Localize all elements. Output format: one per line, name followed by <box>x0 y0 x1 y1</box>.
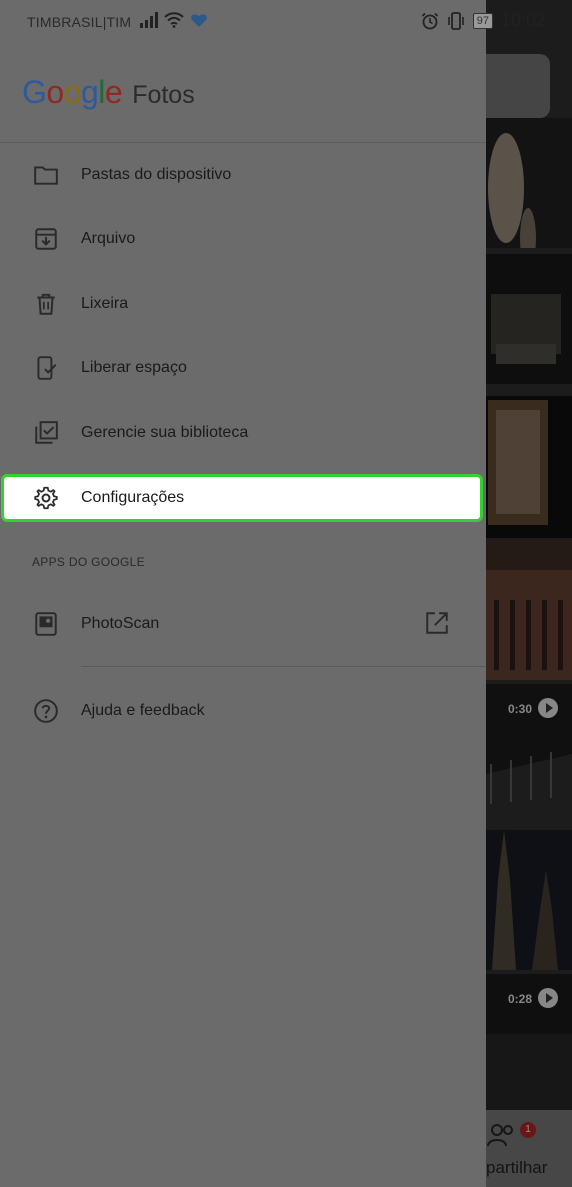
google-wordmark: Google <box>22 74 123 110</box>
vibrate-icon <box>447 11 464 30</box>
product-name: Fotos <box>132 81 195 109</box>
menu-item-manage-library[interactable]: Gerencie sua biblioteca <box>0 405 486 461</box>
phone-check-icon <box>37 356 57 380</box>
menu-item-label: Gerencie sua biblioteca <box>81 424 249 441</box>
menu-item-archive[interactable]: Arquivo <box>0 211 486 267</box>
menu-item-settings[interactable]: Configurações <box>0 470 486 526</box>
menu-item-label: Pastas do dispositivo <box>81 166 232 183</box>
section-header-google-apps: APPS DO GOOGLE <box>32 555 145 569</box>
heart-hands-icon <box>191 14 207 27</box>
signal-icon <box>140 12 158 28</box>
menu-item-free-space[interactable]: Liberar espaço <box>0 340 486 396</box>
carrier-name: TIMBRASIL|TIM <box>27 14 132 30</box>
archive-icon <box>35 228 57 250</box>
folder-icon <box>34 166 58 185</box>
status-icons-left <box>140 12 208 28</box>
wifi-icon <box>164 12 184 28</box>
open-external-icon[interactable] <box>424 610 450 636</box>
menu-item-label: Liberar espaço <box>81 359 187 376</box>
menu-item-photoscan[interactable]: PhotoScan <box>0 596 486 652</box>
alarm-icon <box>421 12 438 29</box>
menu-item-label: PhotoScan <box>81 615 160 632</box>
clock: 10:02 <box>500 10 546 30</box>
google-photos-logo: Google Fotos <box>22 74 195 111</box>
menu-item-label: Configurações <box>81 489 185 506</box>
menu-item-label: Lixeira <box>81 295 129 312</box>
menu-item-device-folders[interactable]: Pastas do dispositivo <box>0 147 486 203</box>
gear-icon <box>34 486 58 510</box>
trash-icon <box>37 293 55 315</box>
menu-item-label: Ajuda e feedback <box>81 702 205 719</box>
drawer-header: Google Fotos <box>0 44 486 143</box>
status-icons-right: 97 10:02 <box>421 10 546 31</box>
menu-item-trash[interactable]: Lixeira <box>0 276 486 332</box>
library-check-icon <box>35 421 58 444</box>
status-bar: TIMBRASIL|TIM 97 10:02 <box>0 0 572 44</box>
menu-item-help-feedback[interactable]: Ajuda e feedback <box>0 683 486 739</box>
battery-indicator: 97 <box>472 12 493 29</box>
navigation-drawer: Google Fotos Pastas do dispositivo Arqui… <box>0 0 486 1187</box>
help-icon <box>34 699 58 723</box>
divider <box>81 666 486 667</box>
photoscan-icon <box>35 612 57 636</box>
menu-item-label: Arquivo <box>81 230 136 247</box>
